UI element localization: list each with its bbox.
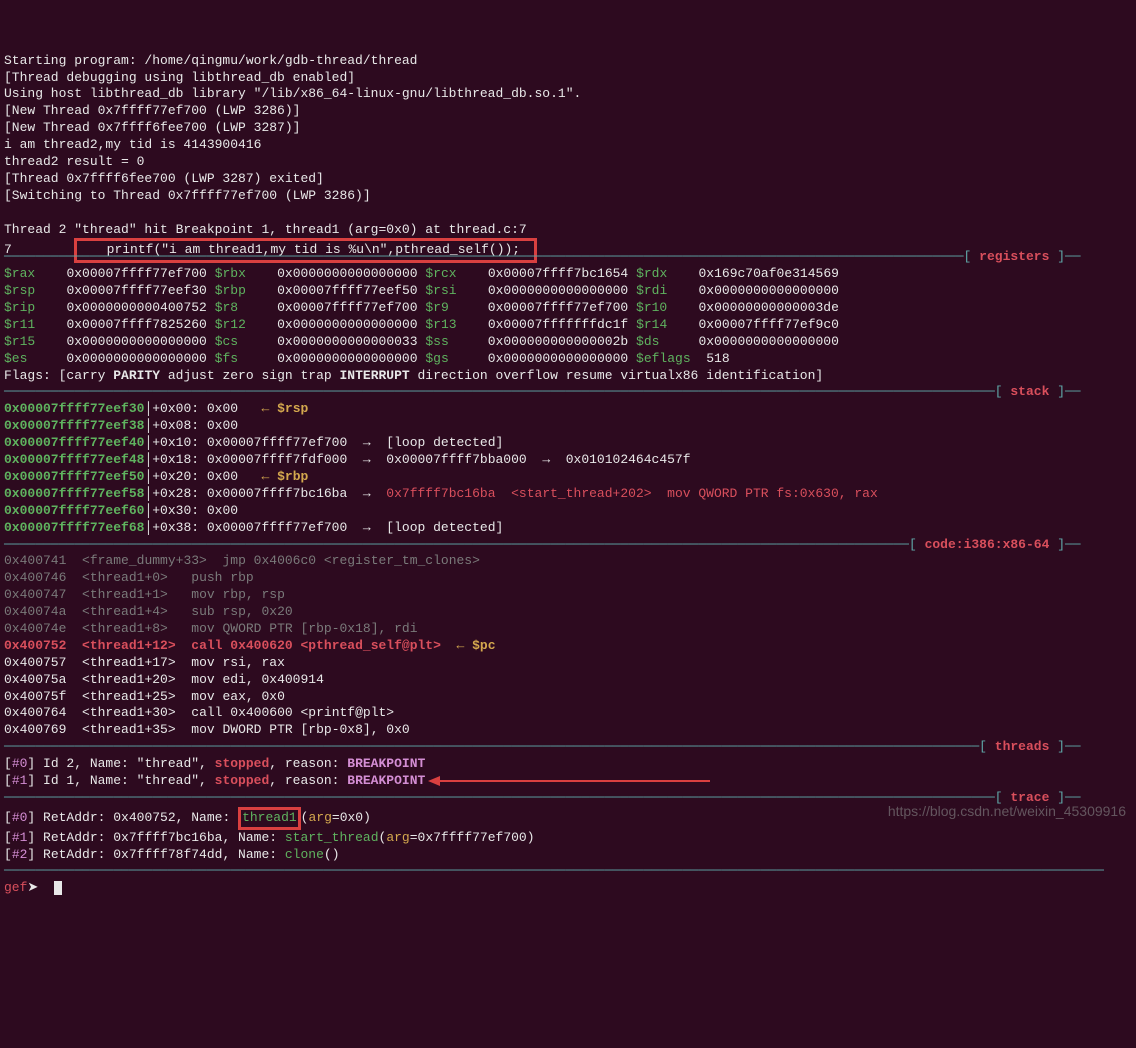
highlighted-trace-name: thread1 <box>238 807 301 830</box>
watermark: https://blog.csdn.net/weixin_45309916 <box>888 802 1126 820</box>
line: [New Thread 0x7ffff6fee700 (LWP 3287)] <box>4 120 300 135</box>
line: i am thread2,my tid is 4143900416 <box>4 137 261 152</box>
terminal-output[interactable]: Starting program: /home/qingmu/work/gdb-… <box>4 53 1132 912</box>
code-line: 0x400741 <frame_dummy+33> jmp 0x4006c0 <… <box>4 553 480 568</box>
section-code: ────────────────────────────────────────… <box>4 537 1081 552</box>
line: [Thread 0x7ffff6fee700 (LWP 3287) exited… <box>4 171 324 186</box>
section-stack: ────────────────────────────────────────… <box>4 384 1081 399</box>
annotation-arrow-head <box>428 776 440 786</box>
reg-rax: $rax <box>4 266 35 281</box>
line: Starting program: /home/qingmu/work/gdb-… <box>4 53 417 68</box>
stack-addr: 0x00007ffff77eef30 <box>4 401 144 416</box>
line: thread2 result = 0 <box>4 154 144 169</box>
annotation-arrow <box>440 780 710 782</box>
line: Thread 2 "thread" hit Breakpoint 1, thre… <box>4 222 527 237</box>
line: [Switching to Thread 0x7ffff77ef700 (LWP… <box>4 188 371 203</box>
line: Using host libthread_db library "/lib/x8… <box>4 86 581 101</box>
cursor[interactable] <box>54 881 62 895</box>
line: [New Thread 0x7ffff77ef700 (LWP 3286)] <box>4 103 300 118</box>
current-instruction: 0x400752 <thread1+12> call 0x400620 <pth… <box>4 638 441 653</box>
flags-line: Flags: [carry PARITY adjust zero sign tr… <box>4 368 823 383</box>
section-registers: ────────────────────────────────────────… <box>4 249 1132 266</box>
gef-prompt[interactable]: gef <box>4 880 27 895</box>
section-threads: ────────────────────────────────────────… <box>4 739 1081 754</box>
line: [Thread debugging using libthread_db ena… <box>4 70 355 85</box>
